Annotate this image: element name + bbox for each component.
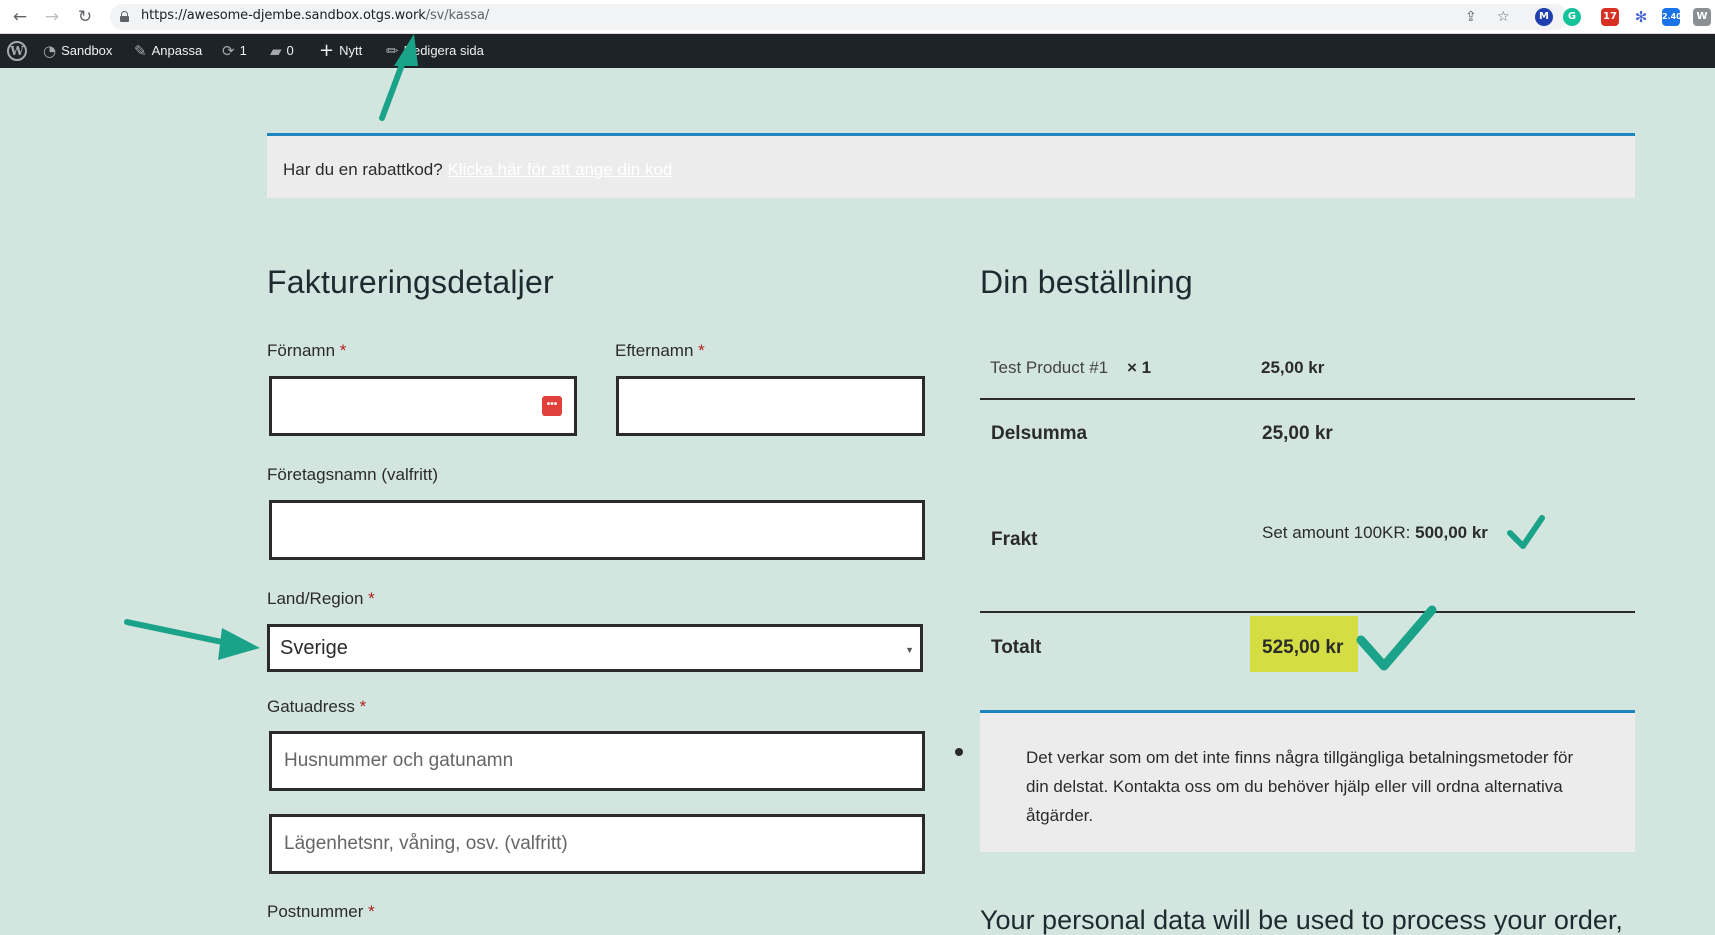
last-name-label: Efternamn * bbox=[615, 341, 705, 360]
subtotal-value: 25,00 kr bbox=[1262, 423, 1333, 444]
first-name-input[interactable]: ••• bbox=[269, 376, 577, 436]
new-content-menu[interactable]: + Nytt bbox=[319, 34, 362, 68]
postcode-label: Postnummer * bbox=[267, 902, 375, 921]
new-label: Nytt bbox=[339, 43, 363, 58]
order-title: Din beställning bbox=[980, 264, 1193, 300]
country-select[interactable]: Sverige ▼ bbox=[267, 624, 923, 672]
comments-count: 0 bbox=[286, 43, 294, 58]
coupon-notice: Har du en rabattkod? Klicka här för att … bbox=[267, 133, 1635, 198]
calendar-extension-icon[interactable]: 17 bbox=[1601, 8, 1619, 26]
comments-link[interactable]: ▰ 0 bbox=[270, 34, 294, 68]
customize-label: Anpassa bbox=[151, 43, 203, 58]
list-bullet bbox=[955, 748, 963, 756]
paintbrush-icon: ✎ bbox=[134, 42, 147, 60]
shipping-value: 500,00 kr bbox=[1415, 523, 1488, 542]
browser-toolbar: ← → ↻ https://awesome-djembe.sandbox.otg… bbox=[0, 0, 1715, 34]
wp-logo-menu[interactable]: W bbox=[7, 34, 27, 68]
coupon-question: Har du en rabattkod? bbox=[283, 160, 443, 179]
subtotal-label: Delsumma bbox=[991, 423, 1088, 444]
product-name: Test Product #1 bbox=[990, 358, 1109, 377]
malwarebytes-extension-icon[interactable]: M bbox=[1535, 8, 1553, 26]
country-annotation-arrow bbox=[124, 619, 225, 645]
share-icon[interactable]: ⇪ bbox=[1465, 8, 1477, 26]
payment-notice-text: Det verkar som om det inte finns några t… bbox=[1026, 748, 1574, 825]
customize-link[interactable]: ✎ Anpassa bbox=[134, 34, 202, 68]
comment-icon: ▰ bbox=[270, 42, 282, 60]
chevron-down-icon: ▼ bbox=[905, 645, 914, 655]
company-label: Företagsnamn (valfritt) bbox=[267, 465, 438, 484]
url-text: https://awesome-djembe.sandbox.otgs.work… bbox=[141, 8, 490, 23]
privacy-policy-text: Your personal data will be used to proce… bbox=[980, 905, 1623, 935]
grammarly-extension-icon[interactable]: G bbox=[1563, 8, 1581, 26]
shipping-method-name: Set amount 100KR: bbox=[1262, 523, 1411, 542]
plus-icon: + bbox=[319, 40, 335, 61]
order-divider bbox=[980, 611, 1635, 613]
updates-link[interactable]: ⟳ 1 bbox=[222, 34, 247, 68]
street-label: Gatuadress * bbox=[267, 697, 367, 716]
shipping-method: Set amount 100KR: 500,00 kr bbox=[1262, 523, 1488, 543]
shipping-label: Frakt bbox=[991, 529, 1038, 550]
updates-count: 1 bbox=[239, 43, 247, 58]
total-value: 525,00 kr bbox=[1262, 637, 1344, 658]
country-selected-value: Sverige bbox=[280, 636, 348, 659]
wp-admin-bar: W ◔ Sandbox ✎ Anpassa ⟳ 1 ▰ 0 + Nytt ✏ R… bbox=[0, 34, 1715, 68]
edit-page-link[interactable]: ✏ Redigera sida bbox=[386, 34, 484, 68]
product-quantity: × 1 bbox=[1127, 358, 1152, 377]
dashboard-icon: ◔ bbox=[43, 42, 57, 60]
total-checkmark-icon bbox=[1356, 605, 1437, 671]
payment-notice: Det verkar som om det inte finns några t… bbox=[980, 710, 1635, 852]
shipping-checkmark-icon bbox=[1507, 515, 1545, 549]
wordpress-extension-icon[interactable]: W bbox=[1693, 8, 1711, 26]
total-label: Totalt bbox=[991, 637, 1042, 658]
lock-icon[interactable] bbox=[120, 11, 129, 22]
last-name-input[interactable] bbox=[616, 376, 925, 436]
wordpress-logo-icon: W bbox=[7, 41, 27, 61]
order-divider bbox=[980, 398, 1635, 400]
street-placeholder: Husnummer och gatunamn bbox=[284, 750, 514, 771]
show-coupon-link[interactable]: Klicka här för att ange din kod bbox=[447, 160, 672, 179]
back-icon[interactable]: ← bbox=[9, 6, 31, 28]
first-name-label: Förnamn * bbox=[267, 341, 347, 360]
bookmark-star-icon[interactable]: ☆ bbox=[1497, 8, 1510, 26]
forward-icon[interactable]: → bbox=[41, 6, 63, 28]
company-input[interactable] bbox=[269, 500, 925, 560]
password-manager-icon[interactable]: ••• bbox=[542, 396, 562, 416]
apartment-placeholder: Lägenhetsnr, våning, osv. (valfritt) bbox=[284, 833, 568, 854]
site-name-label: Sandbox bbox=[61, 43, 113, 58]
street-address-input[interactable]: Husnummer och gatunamn bbox=[269, 731, 925, 791]
billing-title: Faktureringsdetaljer bbox=[267, 264, 554, 300]
country-arrowhead bbox=[218, 628, 260, 660]
pencil-icon: ✏ bbox=[386, 42, 399, 60]
product-line-total: 25,00 kr bbox=[1261, 358, 1325, 377]
edit-page-label: Redigera sida bbox=[403, 43, 484, 58]
address-bar[interactable]: https://awesome-djembe.sandbox.otgs.work… bbox=[110, 4, 1568, 30]
country-label: Land/Region * bbox=[267, 589, 375, 608]
site-name-menu[interactable]: ◔ Sandbox bbox=[43, 34, 112, 68]
download-extension-icon[interactable]: 2.40 bbox=[1662, 8, 1682, 26]
reload-icon[interactable]: ↻ bbox=[74, 6, 96, 28]
updates-icon: ⟳ bbox=[222, 42, 235, 60]
apartment-input[interactable]: Lägenhetsnr, våning, osv. (valfritt) bbox=[269, 814, 925, 874]
gear-flower-extension-icon[interactable]: ✻ bbox=[1632, 8, 1650, 26]
